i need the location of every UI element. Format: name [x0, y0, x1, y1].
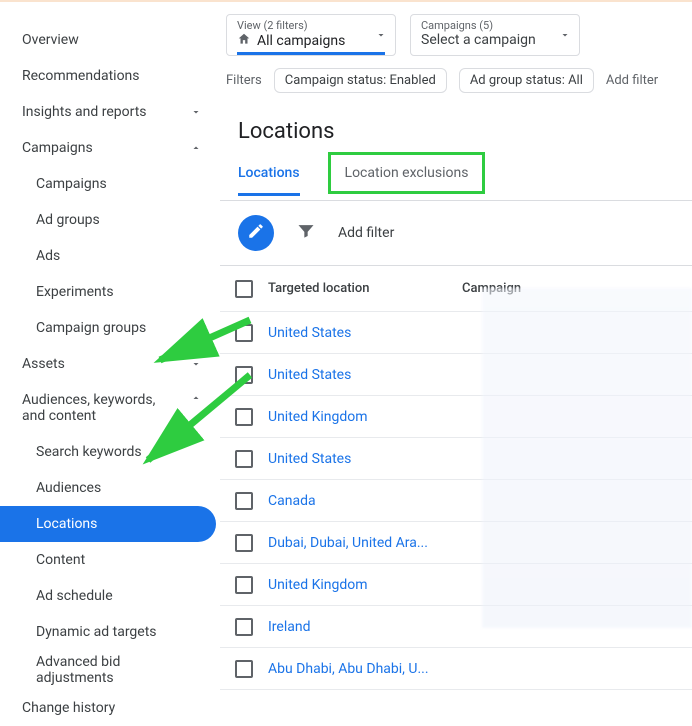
nav-akc-content[interactable]: Content: [0, 542, 220, 578]
nav-insights[interactable]: Insights and reports: [0, 94, 220, 130]
nav-label: Content: [36, 552, 85, 568]
campaign-hint: Campaigns (5): [421, 19, 569, 32]
row-checkbox[interactable]: [235, 660, 253, 678]
nav-label: Audiences: [36, 480, 101, 496]
nav-label: Audiences, keywords, and content: [22, 392, 172, 424]
nav-label: Change history: [22, 700, 115, 716]
edit-fab-button[interactable]: [238, 215, 274, 251]
row-checkbox[interactable]: [235, 408, 253, 426]
location-link[interactable]: Dubai, Dubai, United Ara...: [268, 535, 452, 551]
nav-label: Advanced bid adjustments: [36, 654, 186, 686]
add-filter-button[interactable]: Add filter: [338, 225, 394, 241]
nav-label: Assets: [22, 356, 65, 372]
home-icon: [237, 32, 251, 50]
tab-location-exclusions[interactable]: Location exclusions: [328, 152, 486, 194]
nav-akc-advancedbid[interactable]: Advanced bid adjustments: [0, 650, 220, 690]
pencil-icon: [247, 222, 265, 244]
caret-down-icon: [375, 29, 387, 41]
sidebar: Overview Recommendations Insights and re…: [0, 0, 220, 637]
nav-akc-dynamic[interactable]: Dynamic ad targets: [0, 614, 220, 650]
location-link[interactable]: United Kingdom: [268, 577, 452, 593]
add-filter-link[interactable]: Add filter: [606, 73, 658, 88]
nav-label: Search keywords: [36, 444, 142, 460]
view-hint: View (2 filters): [237, 19, 385, 32]
row-checkbox[interactable]: [235, 576, 253, 594]
nav-label: Recommendations: [22, 68, 140, 84]
location-link[interactable]: Ireland: [268, 619, 452, 635]
location-link[interactable]: United Kingdom: [268, 409, 452, 425]
nav-recommendations[interactable]: Recommendations: [0, 58, 220, 94]
filter-chip-campaign-status[interactable]: Campaign status: Enabled: [274, 68, 447, 93]
nav-label: Experiments: [36, 284, 114, 300]
col-targeted-location[interactable]: Targeted location: [268, 281, 452, 296]
row-checkbox[interactable]: [235, 618, 253, 636]
select-all-checkbox[interactable]: [235, 280, 253, 298]
nav-label: Campaigns: [36, 176, 107, 192]
row-checkbox[interactable]: [235, 534, 253, 552]
table-row: Abu Dhabi, Abu Dhabi, U...: [220, 648, 692, 690]
nav-change-history[interactable]: Change history: [0, 690, 220, 726]
caret-down-icon: [559, 29, 571, 41]
nav-label: Dynamic ad targets: [36, 624, 157, 640]
chevron-up-icon: [190, 392, 202, 404]
location-link[interactable]: Abu Dhabi, Abu Dhabi, U...: [268, 661, 452, 677]
chevron-down-icon: [190, 358, 202, 370]
row-checkbox[interactable]: [235, 324, 253, 342]
nav-label: Locations: [36, 516, 97, 532]
nav-akc[interactable]: Audiences, keywords, and content: [0, 382, 220, 434]
nav-campaigns-adgroups[interactable]: Ad groups: [0, 202, 220, 238]
nav-akc-adschedule[interactable]: Ad schedule: [0, 578, 220, 614]
nav-akc-search-keywords[interactable]: Search keywords: [0, 434, 220, 470]
page-title: Locations: [220, 93, 692, 160]
nav-campaigns-groups[interactable]: Campaign groups: [0, 310, 220, 346]
filters-label: Filters: [226, 73, 262, 88]
main-content: View (2 filters) All campaigns Campaigns…: [220, 0, 692, 637]
nav-campaigns-ads[interactable]: Ads: [0, 238, 220, 274]
chevron-down-icon: [190, 106, 202, 118]
row-checkbox[interactable]: [235, 366, 253, 384]
nav-label: Campaigns: [22, 140, 93, 156]
location-link[interactable]: United States: [268, 367, 452, 383]
campaign-value: Select a campaign: [421, 32, 536, 48]
nav-campaigns-campaigns[interactable]: Campaigns: [0, 166, 220, 202]
row-checkbox[interactable]: [235, 492, 253, 510]
nav-akc-locations[interactable]: Locations: [0, 506, 216, 542]
nav-label: Insights and reports: [22, 104, 147, 120]
location-link[interactable]: United States: [268, 325, 452, 341]
nav-overview[interactable]: Overview: [0, 22, 220, 58]
nav-label: Overview: [22, 32, 79, 48]
tab-locations[interactable]: Locations: [238, 165, 300, 196]
nav-assets[interactable]: Assets: [0, 346, 220, 382]
nav-akc-audiences[interactable]: Audiences: [0, 470, 220, 506]
nav-campaigns-experiments[interactable]: Experiments: [0, 274, 220, 310]
nav-label: Ad groups: [36, 212, 100, 228]
blurred-region: [482, 288, 692, 628]
view-value: All campaigns: [257, 33, 345, 49]
nav-campaigns[interactable]: Campaigns: [0, 130, 220, 166]
chevron-up-icon: [190, 142, 202, 154]
location-link[interactable]: United States: [268, 451, 452, 467]
view-dropdown[interactable]: View (2 filters) All campaigns: [226, 14, 396, 56]
row-checkbox[interactable]: [235, 450, 253, 468]
filter-icon[interactable]: [296, 221, 316, 245]
campaign-dropdown[interactable]: Campaigns (5) Select a campaign: [410, 14, 580, 56]
location-link[interactable]: Canada: [268, 493, 452, 509]
nav-label: Ads: [36, 248, 60, 264]
nav-label: Ad schedule: [36, 588, 113, 604]
nav-label: Campaign groups: [36, 320, 146, 336]
filter-chip-adgroup-status[interactable]: Ad group status: All: [459, 68, 594, 93]
